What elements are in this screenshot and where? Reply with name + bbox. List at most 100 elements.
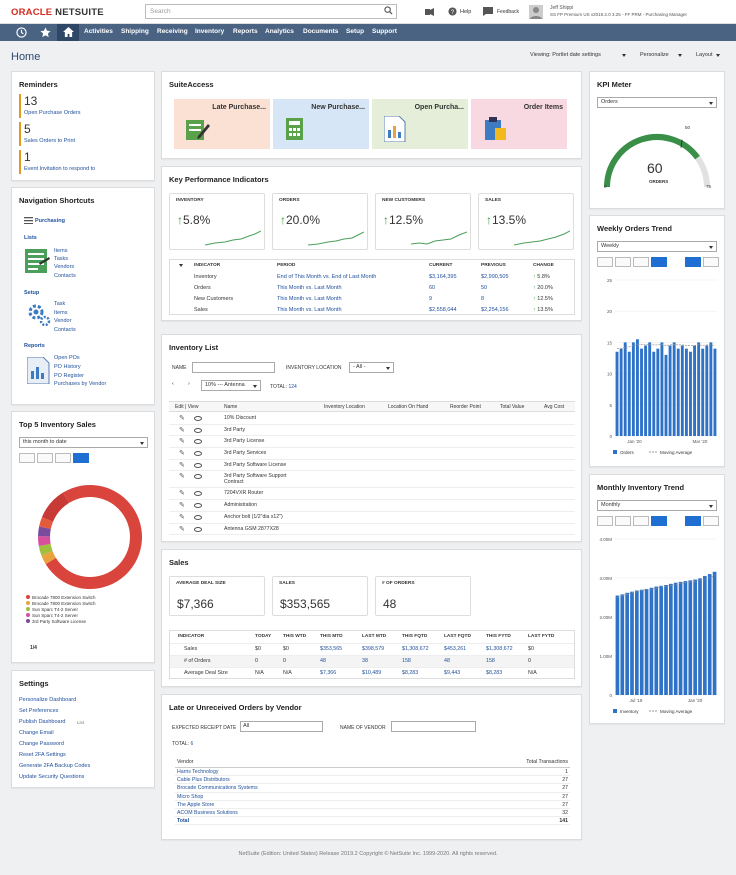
view-eye-icon[interactable] [194, 526, 202, 532]
table-row[interactable]: ✎ 3rd Party Software Support Contract [169, 471, 575, 489]
item-name[interactable]: Antenna GSM 2877X28 [224, 526, 299, 532]
col-location-on-hand[interactable]: Location On Hand [388, 404, 428, 410]
vendor-name[interactable]: Cable Plus Distributors [177, 777, 230, 783]
kpi-box-sales[interactable]: SALES ↑13.5% [478, 193, 574, 250]
setup-link-items[interactable]: Items [54, 310, 67, 316]
sales-cell[interactable]: 48 [444, 658, 450, 664]
purchasing-link[interactable]: Purchasing [35, 218, 65, 224]
tile-new-purchase[interactable]: New Purchase... [273, 99, 369, 149]
next-page-icon[interactable]: › [188, 381, 190, 387]
sales-box-orders[interactable]: # OF ORDERS 48 [375, 576, 471, 616]
global-search-input[interactable]: Search [145, 4, 397, 19]
view-eye-icon[interactable] [194, 462, 202, 468]
sales-cell[interactable]: $0 [283, 646, 289, 652]
view-eye-icon[interactable] [194, 451, 202, 457]
sales-cell[interactable]: 38 [362, 658, 368, 664]
kpi-current[interactable]: 9 [429, 296, 432, 302]
personalize-menu[interactable]: Personalize [640, 52, 669, 58]
settings-set-preferences[interactable]: Set Preferences [19, 708, 58, 714]
prev-page-icon[interactable]: ‹ [172, 381, 174, 387]
column-chart-icon[interactable] [633, 516, 649, 526]
edit-pencil-icon[interactable]: ✎ [179, 449, 185, 457]
nav-activities[interactable]: Activities [84, 28, 113, 35]
edit-pencil-icon[interactable]: ✎ [179, 414, 185, 422]
settings-reset-2fa[interactable]: Reset 2FA Settings [19, 752, 66, 758]
edit-pencil-icon[interactable]: ✎ [179, 501, 185, 509]
kpi-period[interactable]: This Month vs. Last Month [277, 296, 342, 302]
vendor-name[interactable]: Total [177, 818, 189, 824]
edit-pencil-icon[interactable]: ✎ [179, 426, 185, 434]
table-row[interactable]: ✎ Anchor bolt (1/2"dia x12") [169, 512, 575, 524]
bar-chart-icon[interactable] [651, 257, 667, 267]
edit-pencil-icon[interactable]: ✎ [179, 461, 185, 469]
create-new-icon[interactable] [424, 6, 437, 17]
kpi-previous[interactable]: 50 [481, 285, 487, 291]
trend-line-icon[interactable] [703, 516, 719, 526]
col-avg-cost[interactable]: Avg Cost [544, 404, 564, 410]
sales-cell[interactable]: $9,443 [444, 670, 460, 676]
kpi-box-inventory[interactable]: INVENTORY ↑5.8% [169, 193, 265, 250]
sales-cell[interactable]: $8,283 [486, 670, 502, 676]
shortcuts-star-icon[interactable] [40, 27, 51, 38]
nav-analytics[interactable]: Analytics [265, 28, 294, 35]
bar-chart-icon[interactable] [37, 453, 53, 463]
view-eye-icon[interactable] [194, 503, 202, 509]
vendor-name[interactable]: Micro Shop [177, 794, 203, 800]
view-eye-icon[interactable] [194, 474, 202, 480]
reminder-count[interactable]: 13 [24, 94, 37, 108]
table-row[interactable]: Total 141 [175, 817, 570, 826]
top5-range-select[interactable]: this month to date [19, 437, 148, 448]
view-eye-icon[interactable] [194, 514, 202, 520]
tile-late-purchase[interactable]: Late Purchase... [174, 99, 270, 149]
sales-cell[interactable]: 158 [402, 658, 411, 664]
settings-change-password[interactable]: Change Password [19, 741, 64, 747]
netsuite-logo[interactable]: ORACLE NETSUITE [11, 7, 104, 18]
lists-link-items[interactable]: Items [54, 248, 67, 254]
table-row[interactable]: ✎ 10% Discount [169, 413, 575, 425]
table-row[interactable]: Harris Technology 1 [175, 768, 570, 777]
column-chart-icon[interactable] [55, 453, 71, 463]
kpi-meter-select[interactable]: Orders [597, 97, 717, 108]
top5-pager[interactable]: 1/4 [30, 645, 37, 651]
viewing-date-settings[interactable]: Viewing: Portlet date settings [530, 52, 601, 58]
item-name[interactable]: 3rd Party Software Support Contract [224, 473, 299, 485]
sales-cell[interactable]: $353,565 [320, 646, 342, 652]
settings-personalize-dashboard[interactable]: Personalize Dashboard [19, 697, 76, 703]
kpi-previous[interactable]: $2,990,505 [481, 274, 509, 280]
view-eye-icon[interactable] [194, 427, 202, 433]
sales-cell[interactable]: N/A [528, 670, 537, 676]
table-row[interactable]: ACOM Business Solutions 32 [175, 809, 570, 818]
nav-support[interactable]: Support [372, 28, 397, 35]
sales-cell[interactable]: $8,283 [402, 670, 418, 676]
user-name[interactable]: Jeff Shippi [550, 5, 573, 11]
setup-link-vendor[interactable]: Vendor [54, 318, 71, 324]
view-eye-icon[interactable] [194, 416, 202, 421]
pie-chart-icon[interactable] [73, 453, 89, 463]
table-row[interactable]: The Apple Store 27 [175, 801, 570, 809]
layout-chevron-down-icon[interactable] [716, 54, 720, 59]
help-icon[interactable]: ? [448, 7, 457, 16]
settings-security-questions[interactable]: Update Security Questions [19, 774, 84, 780]
layout-menu[interactable]: Layout [696, 52, 713, 58]
recent-records-icon[interactable] [16, 27, 27, 38]
sales-box-sales[interactable]: SALES $353,565 [272, 576, 368, 616]
kpi-previous[interactable]: $2,254,156 [481, 307, 509, 313]
sales-cell[interactable]: 158 [486, 658, 495, 664]
sales-cell[interactable]: $1,308,672 [402, 646, 429, 652]
trend-line-icon[interactable] [703, 257, 719, 267]
item-name[interactable]: 7204VXR Router [224, 490, 299, 496]
nav-reports[interactable]: Reports [233, 28, 258, 35]
setup-link-contacts[interactable]: Contacts [54, 327, 76, 333]
item-name[interactable]: Anchor bolt (1/2"dia x12") [224, 514, 299, 520]
kpi-box-orders[interactable]: ORDERS ↑20.0% [272, 193, 368, 250]
vendor-name-input[interactable] [391, 721, 476, 732]
table-row[interactable]: ✎ 3rd Party Services [169, 448, 575, 460]
sales-cell[interactable]: $10,489 [362, 670, 381, 676]
table-row[interactable]: ✎ 3rd Party Software License [169, 460, 575, 472]
settings-change-email[interactable]: Change Email [19, 730, 54, 736]
sales-cell[interactable]: 0 [528, 658, 531, 664]
table-row[interactable]: Micro Shop 27 [175, 793, 570, 801]
page-range-select[interactable]: 10% --- Antenna [201, 380, 261, 391]
lists-link-contacts[interactable]: Contacts [54, 273, 76, 279]
nav-setup[interactable]: Setup [346, 28, 364, 35]
